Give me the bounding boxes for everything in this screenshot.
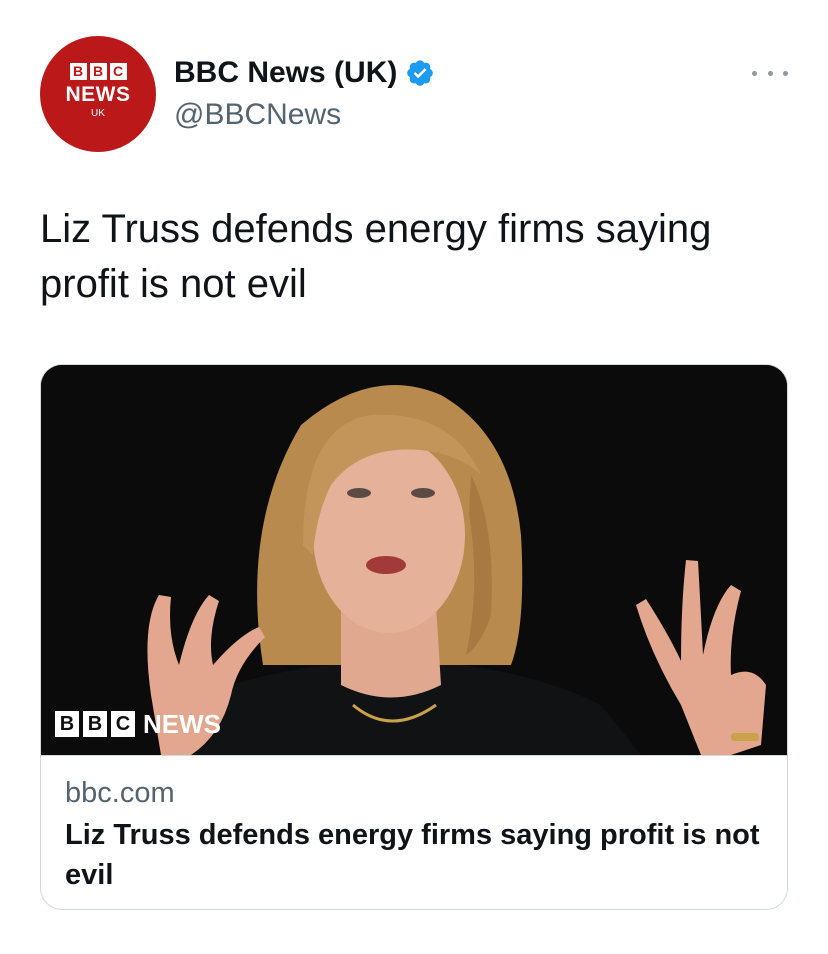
card-domain: bbc.com <box>65 777 175 809</box>
card-image-logo: B B C NEWS <box>55 711 221 737</box>
more-dot <box>752 70 757 76</box>
avatar[interactable]: B B C NEWS UK <box>40 36 156 152</box>
avatar-logo-block: B <box>69 62 87 80</box>
link-preview-card[interactable]: B B C NEWS bbc.com Liz Truss defends ene… <box>40 364 788 910</box>
card-image: B B C NEWS <box>41 365 787 755</box>
author-handle[interactable]: @BBCNews <box>174 97 341 133</box>
more-options-icon[interactable] <box>752 66 788 80</box>
card-divider <box>41 755 787 756</box>
card-logo-news: NEWS <box>143 709 221 739</box>
card-logo-block: B <box>83 711 107 737</box>
avatar-logo-block: B <box>89 62 107 80</box>
author-display-name[interactable]: BBC News (UK) <box>174 55 397 91</box>
avatar-news-label: NEWS <box>65 82 131 106</box>
tweet: B B C NEWS UK BBC News (UK) @BBCNews Liz… <box>0 0 828 954</box>
card-photo <box>41 365 787 755</box>
more-dot <box>767 70 773 76</box>
avatar-logo-block: C <box>109 62 127 80</box>
card-title: Liz Truss defends energy firms saying pr… <box>65 819 760 891</box>
card-logo-block: C <box>111 711 135 737</box>
card-logo-block: B <box>55 711 79 737</box>
tweet-text: Liz Truss defends energy firms saying pr… <box>40 207 712 306</box>
more-dot <box>783 70 788 76</box>
avatar-region-label: UK <box>91 107 105 119</box>
avatar-logo-blocks: B B C <box>69 62 127 80</box>
author-name-row: BBC News (UK) <box>174 55 435 91</box>
verified-badge-icon <box>405 58 435 88</box>
